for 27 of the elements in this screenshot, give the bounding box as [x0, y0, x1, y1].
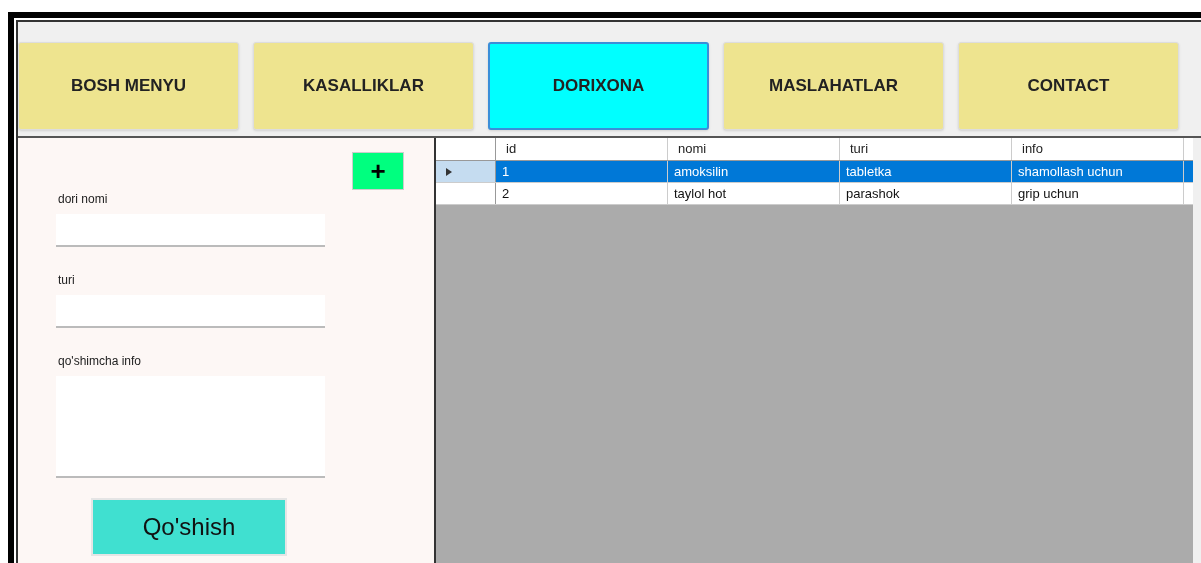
add-submit-button[interactable]: Qo'shish [91, 498, 287, 556]
column-header[interactable]: info [1012, 138, 1184, 160]
column-header[interactable]: turi [840, 138, 1012, 160]
text-area[interactable] [56, 376, 325, 478]
field-label: dori nomi [58, 191, 109, 208]
input-field[interactable] [56, 214, 325, 247]
nav-tab[interactable]: BOSH MENYU [18, 42, 239, 130]
nav-tab[interactable]: MASLAHATLAR [723, 42, 944, 130]
table-cell: shamollash uchun [1012, 161, 1184, 182]
nav-tab[interactable]: DORIXONA [488, 42, 709, 130]
field-label: turi [58, 272, 76, 289]
column-header[interactable]: nomi [668, 138, 840, 160]
current-row-icon [446, 167, 452, 176]
table-cell: parashok [840, 183, 1012, 204]
column-header[interactable]: id [496, 138, 668, 160]
row-header[interactable] [436, 161, 496, 182]
nav-tab[interactable]: KASALLIKLAR [253, 42, 474, 130]
input-field[interactable] [56, 295, 325, 328]
table-cell: 2 [496, 183, 668, 204]
table-cell: amoksilin [668, 161, 840, 182]
nav-tab[interactable]: CONTACT [958, 42, 1179, 130]
table-cell: grip uchun [1012, 183, 1184, 204]
table-cell: taylol hot [668, 183, 840, 204]
field-label: qo'shimcha info [58, 353, 142, 370]
table-cell: tabletka [840, 161, 1012, 182]
table-cell: 1 [496, 161, 668, 182]
add-button[interactable]: + [352, 152, 404, 190]
